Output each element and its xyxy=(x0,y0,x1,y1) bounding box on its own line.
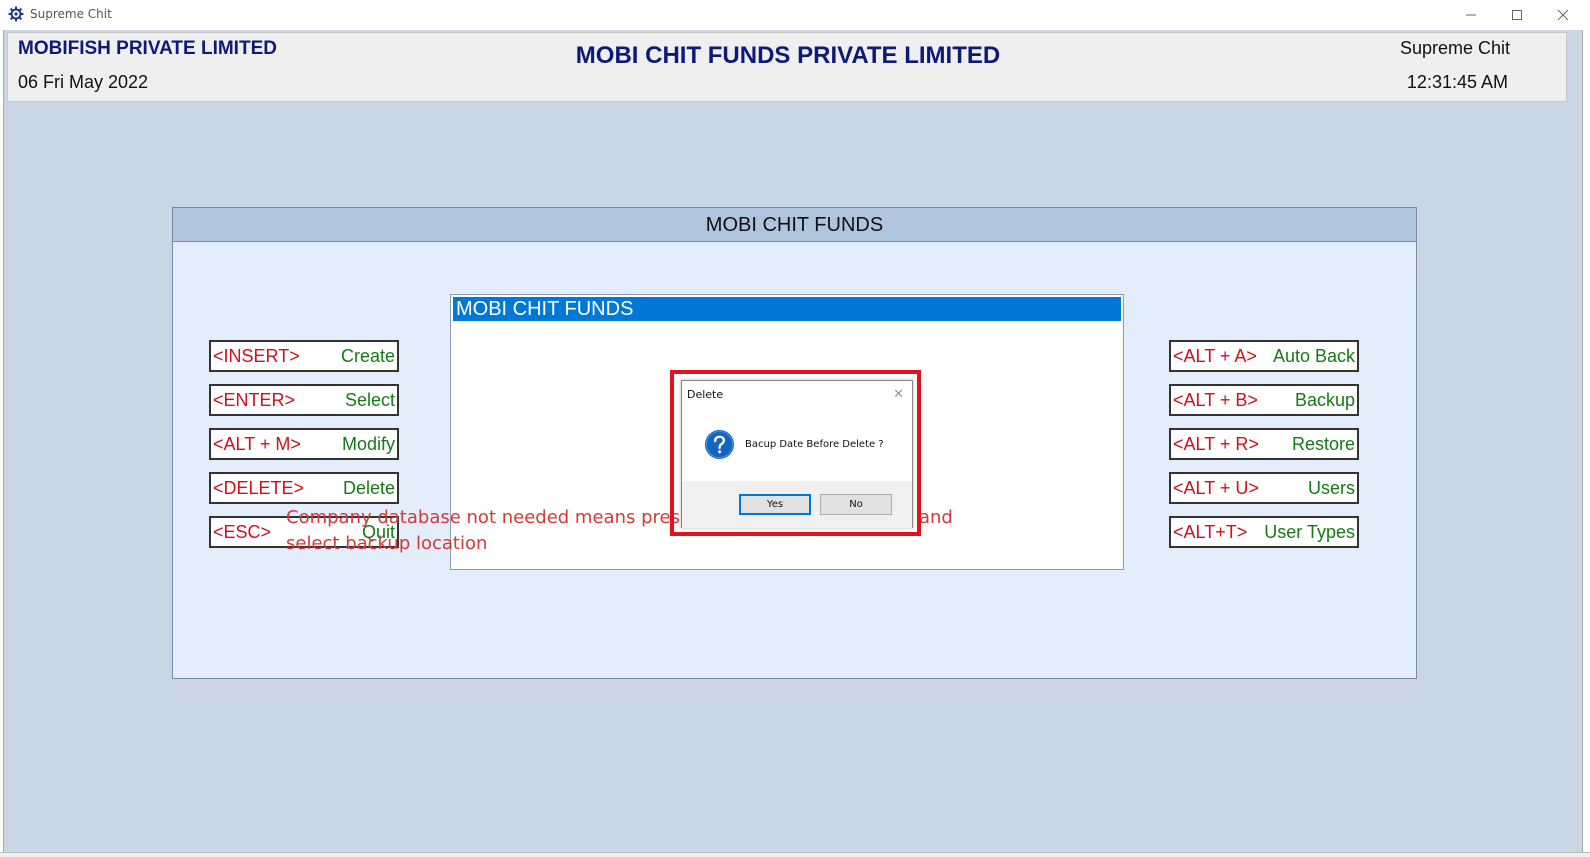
delete-button[interactable]: <DELETE> Delete xyxy=(209,472,399,504)
close-button[interactable] xyxy=(1540,0,1586,30)
action-label: Select xyxy=(344,389,395,410)
shortcut-key: <ALT+T> xyxy=(1173,521,1248,542)
shortcut-key: <ALT + M> xyxy=(213,433,301,454)
minimize-icon xyxy=(1466,14,1476,16)
user-types-button[interactable]: <ALT+T> User Types xyxy=(1169,516,1359,548)
delete-dialog: Delete ✕ Bacup Date Before Delete ? Yes … xyxy=(681,380,913,528)
current-time: 12:31:45 AM xyxy=(1406,72,1508,92)
window-titlebar: Supreme Chit xyxy=(0,0,1590,30)
page-title: MOBI CHIT FUNDS PRIVATE LIMITED xyxy=(575,42,1001,69)
question-icon xyxy=(704,429,735,460)
shortcut-key: <ALT + U> xyxy=(1173,477,1259,498)
action-label: Delete xyxy=(342,477,395,498)
dialog-title: Delete xyxy=(687,388,724,401)
shortcut-key: <ENTER> xyxy=(213,389,296,410)
shortcut-key: <ALT + B> xyxy=(1173,389,1258,410)
restore-button[interactable]: <ALT + R> Restore xyxy=(1169,428,1359,460)
current-date: 06 Fri May 2022 xyxy=(18,72,149,92)
yes-button[interactable]: Yes xyxy=(739,494,811,515)
modify-button[interactable]: <ALT + M> Modify xyxy=(209,428,399,460)
action-label: Backup xyxy=(1294,389,1355,410)
action-label: Auto Back xyxy=(1272,345,1355,366)
action-label: Restore xyxy=(1291,433,1355,454)
maximize-button[interactable] xyxy=(1494,0,1540,30)
app-gear-icon xyxy=(8,6,24,22)
action-label: Modify xyxy=(341,433,395,454)
inner-window-title: MOBI CHIT FUNDS xyxy=(453,297,1121,321)
window-title: Supreme Chit xyxy=(30,7,112,21)
close-icon xyxy=(1557,9,1569,21)
no-button[interactable]: No xyxy=(820,494,892,515)
shortcut-key: <DELETE> xyxy=(213,477,305,498)
dialog-footer: Yes No xyxy=(682,481,912,528)
minimize-button[interactable] xyxy=(1448,0,1494,30)
backup-button[interactable]: <ALT + B> Backup xyxy=(1169,384,1359,416)
header-panel: MOBIFISH PRIVATE LIMITED 06 Fri May 2022… xyxy=(7,32,1567,102)
maximize-icon xyxy=(1512,10,1522,20)
action-label: Users xyxy=(1307,477,1355,498)
users-button[interactable]: <ALT + U> Users xyxy=(1169,472,1359,504)
shortcut-key: <ALT + A> xyxy=(1173,345,1257,366)
select-button[interactable]: <ENTER> Select xyxy=(209,384,399,416)
shortcut-key: <ESC> xyxy=(213,521,272,542)
auto-backup-button[interactable]: <ALT + A> Auto Back xyxy=(1169,340,1359,372)
shortcut-key: <ALT + R> xyxy=(1173,433,1259,454)
dialog-close-icon[interactable]: ✕ xyxy=(893,386,904,402)
app-name: Supreme Chit xyxy=(1399,38,1510,58)
status-bar xyxy=(0,852,1590,857)
panel-title: MOBI CHIT FUNDS xyxy=(173,208,1416,242)
shortcut-key: <INSERT> xyxy=(213,345,300,366)
create-button[interactable]: <INSERT> Create xyxy=(209,340,399,372)
action-label: Create xyxy=(340,345,395,366)
dialog-message: Bacup Date Before Delete ? xyxy=(745,439,884,450)
action-label: User Types xyxy=(1264,521,1355,542)
